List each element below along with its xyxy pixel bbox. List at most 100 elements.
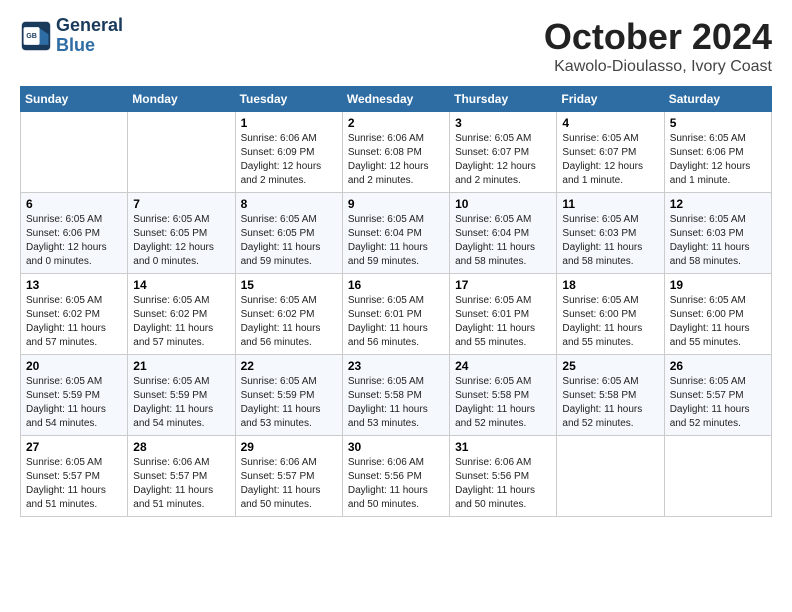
calendar-cell: 31 Sunrise: 6:06 AMSunset: 5:56 PMDayligh… bbox=[450, 436, 557, 517]
day-info: Sunrise: 6:06 AMSunset: 6:09 PMDaylight:… bbox=[241, 132, 337, 188]
calendar-cell: 22Sunrise: 6:05 AMSunset: 5:59 PMDayligh… bbox=[235, 355, 342, 436]
day-info: Sunrise: 6:05 AMSunset: 6:03 PMDaylight:… bbox=[670, 213, 766, 269]
calendar-cell: 28 Sunrise: 6:06 AMSunset: 5:57 PMDayligh… bbox=[128, 436, 235, 517]
day-info: Sunrise: 6:05 AMSunset: 5:58 PMDaylight:… bbox=[455, 375, 551, 431]
calendar-cell: 20Sunrise: 6:05 AMSunset: 5:59 PMDayligh… bbox=[21, 355, 128, 436]
svg-text:GB: GB bbox=[26, 32, 37, 40]
day-number: 11 bbox=[562, 197, 658, 211]
day-info: Sunrise: 6:05 AMSunset: 6:05 PMDaylight:… bbox=[133, 213, 229, 269]
day-number: 10 bbox=[455, 197, 551, 211]
calendar-cell: 21 Sunrise: 6:05 AMSunset: 5:59 PMDayligh… bbox=[128, 355, 235, 436]
day-info: Sunrise: 6:05 AMSunset: 6:04 PMDaylight:… bbox=[348, 213, 444, 269]
day-info: Sunrise: 6:05 AMSunset: 6:07 PMDaylight:… bbox=[455, 132, 551, 188]
day-number: 5 bbox=[670, 116, 766, 130]
day-info: Sunrise: 6:05 AMSunset: 6:02 PMDaylight:… bbox=[133, 294, 229, 350]
day-info: Sunrise: 6:05 AMSunset: 6:04 PMDaylight:… bbox=[455, 213, 551, 269]
day-number: 3 bbox=[455, 116, 551, 130]
day-info: Sunrise: 6:05 AMSunset: 5:57 PMDaylight:… bbox=[26, 456, 122, 512]
day-number: 6 bbox=[26, 197, 122, 211]
day-number: 12 bbox=[670, 197, 766, 211]
calendar-header: SundayMondayTuesdayWednesdayThursdayFrid… bbox=[21, 87, 772, 112]
week-row-4: 20Sunrise: 6:05 AMSunset: 5:59 PMDayligh… bbox=[21, 355, 772, 436]
day-info: Sunrise: 6:05 AMSunset: 6:06 PMDaylight:… bbox=[670, 132, 766, 188]
calendar-cell bbox=[557, 436, 664, 517]
calendar-cell: 30 Sunrise: 6:06 AMSunset: 5:56 PMDayligh… bbox=[342, 436, 449, 517]
day-number: 13 bbox=[26, 278, 122, 292]
header-day-thursday: Thursday bbox=[450, 87, 557, 112]
day-number: 29 bbox=[241, 440, 337, 454]
logo: GB General Blue bbox=[20, 16, 123, 56]
calendar-cell: 11 Sunrise: 6:05 AMSunset: 6:03 PMDayligh… bbox=[557, 193, 664, 274]
day-number: 2 bbox=[348, 116, 444, 130]
day-number: 21 bbox=[133, 359, 229, 373]
calendar-cell: 26 Sunrise: 6:05 AMSunset: 5:57 PMDayligh… bbox=[664, 355, 771, 436]
day-info: Sunrise: 6:06 AMSunset: 5:57 PMDaylight:… bbox=[133, 456, 229, 512]
calendar-body: 1Sunrise: 6:06 AMSunset: 6:09 PMDaylight… bbox=[21, 112, 772, 517]
day-number: 24 bbox=[455, 359, 551, 373]
calendar-cell: 27 Sunrise: 6:05 AMSunset: 5:57 PMDayligh… bbox=[21, 436, 128, 517]
header-row: SundayMondayTuesdayWednesdayThursdayFrid… bbox=[21, 87, 772, 112]
day-info: Sunrise: 6:05 AMSunset: 6:00 PMDaylight:… bbox=[670, 294, 766, 350]
calendar-cell: 15 Sunrise: 6:05 AMSunset: 6:02 PMDayligh… bbox=[235, 274, 342, 355]
day-info: Sunrise: 6:05 AMSunset: 5:58 PMDaylight:… bbox=[348, 375, 444, 431]
calendar-cell: 25Sunrise: 6:05 AMSunset: 5:58 PMDayligh… bbox=[557, 355, 664, 436]
day-info: Sunrise: 6:05 AMSunset: 6:05 PMDaylight:… bbox=[241, 213, 337, 269]
day-info: Sunrise: 6:06 AMSunset: 5:56 PMDaylight:… bbox=[455, 456, 551, 512]
calendar-cell: 3 Sunrise: 6:05 AMSunset: 6:07 PMDaylight… bbox=[450, 112, 557, 193]
location-title: Kawolo-Dioulasso, Ivory Coast bbox=[544, 58, 772, 76]
day-info: Sunrise: 6:05 AMSunset: 6:01 PMDaylight:… bbox=[455, 294, 551, 350]
week-row-2: 6 Sunrise: 6:05 AMSunset: 6:06 PMDaylight… bbox=[21, 193, 772, 274]
day-number: 22 bbox=[241, 359, 337, 373]
day-number: 7 bbox=[133, 197, 229, 211]
calendar-cell: 2 Sunrise: 6:06 AMSunset: 6:08 PMDaylight… bbox=[342, 112, 449, 193]
day-info: Sunrise: 6:05 AMSunset: 6:03 PMDaylight:… bbox=[562, 213, 658, 269]
calendar-cell: 18Sunrise: 6:05 AMSunset: 6:00 PMDayligh… bbox=[557, 274, 664, 355]
calendar-cell: 19 Sunrise: 6:05 AMSunset: 6:00 PMDayligh… bbox=[664, 274, 771, 355]
week-row-1: 1Sunrise: 6:06 AMSunset: 6:09 PMDaylight… bbox=[21, 112, 772, 193]
calendar-cell: 9Sunrise: 6:05 AMSunset: 6:04 PMDaylight… bbox=[342, 193, 449, 274]
day-info: Sunrise: 6:05 AMSunset: 5:58 PMDaylight:… bbox=[562, 375, 658, 431]
header: GB General Blue October 2024 Kawolo-Diou… bbox=[20, 16, 772, 76]
day-number: 23 bbox=[348, 359, 444, 373]
day-number: 28 bbox=[133, 440, 229, 454]
calendar-cell: 4 Sunrise: 6:05 AMSunset: 6:07 PMDaylight… bbox=[557, 112, 664, 193]
calendar-cell: 16Sunrise: 6:05 AMSunset: 6:01 PMDayligh… bbox=[342, 274, 449, 355]
calendar-cell: 23 Sunrise: 6:05 AMSunset: 5:58 PMDayligh… bbox=[342, 355, 449, 436]
header-day-monday: Monday bbox=[128, 87, 235, 112]
day-info: Sunrise: 6:05 AMSunset: 6:07 PMDaylight:… bbox=[562, 132, 658, 188]
day-number: 4 bbox=[562, 116, 658, 130]
day-number: 27 bbox=[26, 440, 122, 454]
calendar-cell: 24 Sunrise: 6:05 AMSunset: 5:58 PMDayligh… bbox=[450, 355, 557, 436]
day-number: 15 bbox=[241, 278, 337, 292]
day-number: 17 bbox=[455, 278, 551, 292]
day-info: Sunrise: 6:05 AMSunset: 6:02 PMDaylight:… bbox=[26, 294, 122, 350]
calendar-table: SundayMondayTuesdayWednesdayThursdayFrid… bbox=[20, 86, 772, 517]
day-info: Sunrise: 6:05 AMSunset: 5:57 PMDaylight:… bbox=[670, 375, 766, 431]
logo-line2: Blue bbox=[56, 36, 123, 56]
day-number: 19 bbox=[670, 278, 766, 292]
day-info: Sunrise: 6:05 AMSunset: 6:02 PMDaylight:… bbox=[241, 294, 337, 350]
day-info: Sunrise: 6:05 AMSunset: 6:06 PMDaylight:… bbox=[26, 213, 122, 269]
day-info: Sunrise: 6:05 AMSunset: 5:59 PMDaylight:… bbox=[133, 375, 229, 431]
day-number: 26 bbox=[670, 359, 766, 373]
page: GB General Blue October 2024 Kawolo-Diou… bbox=[0, 0, 792, 533]
calendar-cell: 10 Sunrise: 6:05 AMSunset: 6:04 PMDayligh… bbox=[450, 193, 557, 274]
day-number: 8 bbox=[241, 197, 337, 211]
day-info: Sunrise: 6:06 AMSunset: 5:57 PMDaylight:… bbox=[241, 456, 337, 512]
day-info: Sunrise: 6:06 AMSunset: 6:08 PMDaylight:… bbox=[348, 132, 444, 188]
calendar-cell: 5 Sunrise: 6:05 AMSunset: 6:06 PMDaylight… bbox=[664, 112, 771, 193]
calendar-cell bbox=[21, 112, 128, 193]
calendar-cell: 6 Sunrise: 6:05 AMSunset: 6:06 PMDaylight… bbox=[21, 193, 128, 274]
calendar-cell: 17 Sunrise: 6:05 AMSunset: 6:01 PMDayligh… bbox=[450, 274, 557, 355]
logo-icon: GB bbox=[20, 20, 52, 52]
calendar-cell: 8 Sunrise: 6:05 AMSunset: 6:05 PMDaylight… bbox=[235, 193, 342, 274]
calendar-cell: 7 Sunrise: 6:05 AMSunset: 6:05 PMDaylight… bbox=[128, 193, 235, 274]
calendar-cell: 12 Sunrise: 6:05 AMSunset: 6:03 PMDayligh… bbox=[664, 193, 771, 274]
calendar-cell bbox=[664, 436, 771, 517]
week-row-3: 13 Sunrise: 6:05 AMSunset: 6:02 PMDayligh… bbox=[21, 274, 772, 355]
day-number: 30 bbox=[348, 440, 444, 454]
calendar-cell: 1Sunrise: 6:06 AMSunset: 6:09 PMDaylight… bbox=[235, 112, 342, 193]
day-number: 31 bbox=[455, 440, 551, 454]
header-day-friday: Friday bbox=[557, 87, 664, 112]
day-info: Sunrise: 6:06 AMSunset: 5:56 PMDaylight:… bbox=[348, 456, 444, 512]
